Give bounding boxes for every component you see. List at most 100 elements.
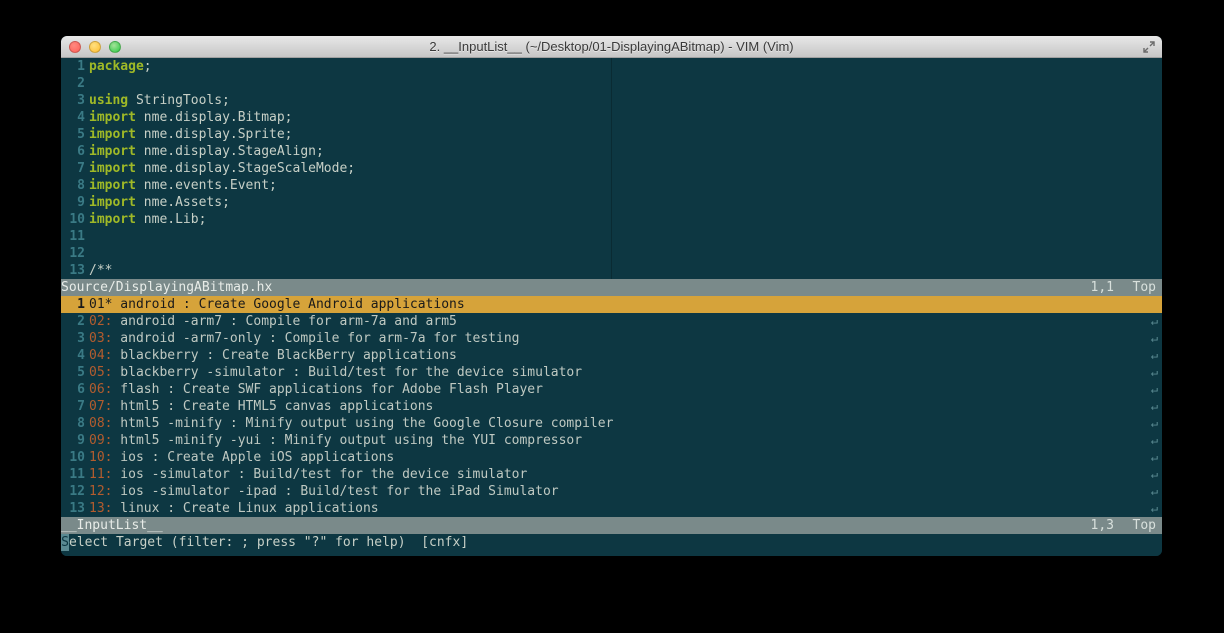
inputlist-item[interactable]: 1212: ios -simulator -ipad : Build/test … (61, 483, 1162, 500)
inputlist-item[interactable]: 404: blackberry : Create BlackBerry appl… (61, 347, 1162, 364)
wrap-icon: ↵ (1151, 483, 1158, 500)
source-line[interactable]: 10import nme.Lib; (61, 211, 1162, 228)
source-line[interactable]: 5import nme.display.Sprite; (61, 126, 1162, 143)
list-text: 02: android -arm7 : Compile for arm-7a a… (89, 313, 1162, 330)
close-icon[interactable] (69, 41, 81, 53)
status-position: Top (1114, 279, 1162, 296)
wrap-icon: ↵ (1151, 313, 1158, 330)
line-number: 9 (61, 432, 89, 449)
line-number: 5 (61, 126, 89, 143)
titlebar[interactable]: 2. __InputList__ (~/Desktop/01-Displayin… (61, 36, 1162, 58)
wrap-icon: ↵ (1151, 330, 1158, 347)
source-line[interactable]: 1package; (61, 58, 1162, 75)
list-text: 04: blackberry : Create BlackBerry appli… (89, 347, 1162, 364)
inputlist-item[interactable]: 101* android : Create Google Android app… (61, 296, 1162, 313)
code-text: import nme.display.Sprite; (89, 126, 1162, 143)
cmd-text: elect Target (filter: ; press "?" for he… (69, 534, 468, 551)
line-number: 13 (61, 262, 89, 279)
source-line[interactable]: 4import nme.display.Bitmap; (61, 109, 1162, 126)
code-text: using StringTools; (89, 92, 1162, 109)
status-cursor: 1,1 (1014, 279, 1114, 296)
source-line[interactable]: 13/** (61, 262, 1162, 279)
wrap-icon: ↵ (1151, 449, 1158, 466)
wrap-icon: ↵ (1151, 432, 1158, 449)
list-text: 03: android -arm7-only : Compile for arm… (89, 330, 1162, 347)
code-text (89, 75, 1162, 92)
line-number: 1 (61, 296, 89, 313)
minimize-icon[interactable] (89, 41, 101, 53)
source-line[interactable]: 12 (61, 245, 1162, 262)
line-number: 5 (61, 364, 89, 381)
source-line[interactable]: 7import nme.display.StageScaleMode; (61, 160, 1162, 177)
line-number: 6 (61, 381, 89, 398)
list-text: 05: blackberry -simulator : Build/test f… (89, 364, 1162, 381)
window-title: 2. __InputList__ (~/Desktop/01-Displayin… (61, 39, 1162, 54)
fullscreen-icon[interactable] (1142, 40, 1156, 54)
code-text: import nme.display.StageScaleMode; (89, 160, 1162, 177)
status-filename: __InputList__ (61, 517, 1014, 534)
status-position: Top (1114, 517, 1162, 534)
vim-window: 2. __InputList__ (~/Desktop/01-Displayin… (61, 36, 1162, 556)
line-number: 7 (61, 398, 89, 415)
traffic-lights (61, 41, 121, 53)
inputlist-pane[interactable]: 101* android : Create Google Android app… (61, 296, 1162, 517)
list-text: 07: html5 : Create HTML5 canvas applicat… (89, 398, 1162, 415)
list-text: 10: ios : Create Apple iOS applications↵ (89, 449, 1162, 466)
line-number: 11 (61, 466, 89, 483)
inputlist-item[interactable]: 1111: ios -simulator : Build/test for th… (61, 466, 1162, 483)
line-number: 10 (61, 211, 89, 228)
inputlist-item[interactable]: 1010: ios : Create Apple iOS application… (61, 449, 1162, 466)
source-line[interactable]: 9import nme.Assets; (61, 194, 1162, 211)
list-text: 01* android : Create Google Android appl… (89, 296, 1162, 313)
code-text: import nme.display.Bitmap; (89, 109, 1162, 126)
line-number: 1 (61, 58, 89, 75)
source-line[interactable]: 2 (61, 75, 1162, 92)
status-cursor: 1,3 (1014, 517, 1114, 534)
status-filename: Source/DisplayingABitmap.hx (61, 279, 1014, 296)
line-number: 8 (61, 177, 89, 194)
list-text: 08: html5 -minify : Minify output using … (89, 415, 1162, 432)
wrap-icon: ↵ (1151, 347, 1158, 364)
list-text: 13: linux : Create Linux applications↵ (89, 500, 1162, 517)
inputlist-item[interactable]: 808: html5 -minify : Minify output using… (61, 415, 1162, 432)
list-text: 06: flash : Create SWF applications for … (89, 381, 1162, 398)
inputlist-item[interactable]: 202: android -arm7 : Compile for arm-7a … (61, 313, 1162, 330)
list-text: 12: ios -simulator -ipad : Build/test fo… (89, 483, 1162, 500)
source-line[interactable]: 11 (61, 228, 1162, 245)
inputlist-item[interactable]: 909: html5 -minify -yui : Minify output … (61, 432, 1162, 449)
code-text: import nme.Lib; (89, 211, 1162, 228)
source-line[interactable]: 6import nme.display.StageAlign; (61, 143, 1162, 160)
line-number: 2 (61, 75, 89, 92)
source-pane[interactable]: 1package;23using StringTools;4import nme… (61, 58, 1162, 279)
inputlist-statusline: __InputList__ 1,3 Top (61, 517, 1162, 534)
inputlist-item[interactable]: 707: html5 : Create HTML5 canvas applica… (61, 398, 1162, 415)
editor-area[interactable]: 1package;23using StringTools;4import nme… (61, 58, 1162, 556)
code-text (89, 245, 1162, 262)
line-number: 4 (61, 347, 89, 364)
line-number: 3 (61, 330, 89, 347)
list-text: 11: ios -simulator : Build/test for the … (89, 466, 1162, 483)
source-line[interactable]: 3using StringTools; (61, 92, 1162, 109)
code-text: import nme.Assets; (89, 194, 1162, 211)
inputlist-item[interactable]: 303: android -arm7-only : Compile for ar… (61, 330, 1162, 347)
cmd-cursor: S (61, 534, 69, 551)
zoom-icon[interactable] (109, 41, 121, 53)
command-line[interactable]: Select Target (filter: ; press "?" for h… (61, 534, 1162, 551)
code-text: /** (89, 262, 1162, 279)
line-number: 7 (61, 160, 89, 177)
line-number: 3 (61, 92, 89, 109)
line-number: 6 (61, 143, 89, 160)
line-number: 11 (61, 228, 89, 245)
line-number: 4 (61, 109, 89, 126)
wrap-icon: ↵ (1151, 466, 1158, 483)
line-number: 8 (61, 415, 89, 432)
line-number: 10 (61, 449, 89, 466)
line-number: 12 (61, 245, 89, 262)
line-number: 12 (61, 483, 89, 500)
inputlist-item[interactable]: 505: blackberry -simulator : Build/test … (61, 364, 1162, 381)
source-line[interactable]: 8import nme.events.Event; (61, 177, 1162, 194)
inputlist-item[interactable]: 1313: linux : Create Linux applications↵ (61, 500, 1162, 517)
wrap-icon: ↵ (1151, 415, 1158, 432)
inputlist-item[interactable]: 606: flash : Create SWF applications for… (61, 381, 1162, 398)
wrap-icon: ↵ (1151, 381, 1158, 398)
